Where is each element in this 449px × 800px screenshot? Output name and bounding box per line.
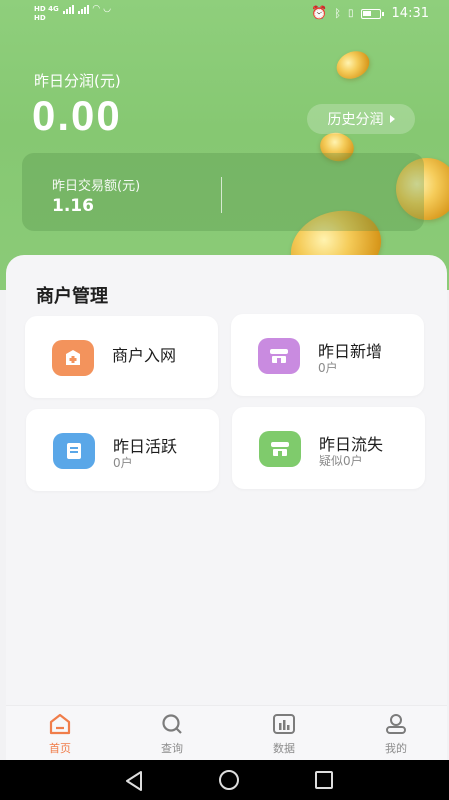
coin-decoration <box>332 46 374 84</box>
section-title: 商户管理 <box>36 286 108 307</box>
tile-lost-yesterday[interactable]: 昨日流失 疑似0户 <box>232 407 425 489</box>
nav-item-profile[interactable]: 我的 <box>366 712 426 756</box>
tile-title: 商户入网 <box>112 346 177 365</box>
bottom-nav: 首页 查询 数据 我的 <box>6 705 447 760</box>
nav-item-home[interactable]: 首页 <box>30 712 90 756</box>
tile-active-yesterday[interactable]: 昨日活跃 0户 <box>26 409 219 491</box>
tile-merchant-onboard[interactable]: 商户入网 <box>25 316 218 398</box>
bar-chart-icon <box>271 712 297 736</box>
search-icon <box>159 712 185 736</box>
trade-amount-card: 昨日交易额(元) 1.16 <box>22 153 424 231</box>
chevron-right-icon <box>389 115 395 123</box>
home-icon <box>47 712 73 736</box>
bluetooth-icon: ᛒ <box>334 7 342 20</box>
tile-subtitle: 0户 <box>318 361 338 375</box>
nav-item-search[interactable]: 查询 <box>142 712 202 756</box>
trade-value: 1.16 <box>52 196 94 216</box>
history-profit-button[interactable]: 历史分润 <box>307 104 415 134</box>
trade-label: 昨日交易额(元) <box>52 179 141 194</box>
store-icon <box>259 431 301 467</box>
profit-value: 0.00 <box>32 92 122 139</box>
battery-icon <box>360 8 384 19</box>
headset-icon: ◡ <box>103 4 111 14</box>
clock: 14:31 <box>391 6 429 21</box>
wifi-icon: ◠ <box>92 4 100 14</box>
status-bar: HD 4G ◠ ◡ HD ⏰ ᛒ ▯ 14:31 <box>0 0 449 28</box>
recent-apps-icon[interactable] <box>315 771 333 789</box>
nav-label: 我的 <box>385 742 407 755</box>
tile-subtitle: 疑似0户 <box>319 454 363 468</box>
list-doc-icon <box>53 433 95 469</box>
divider <box>221 177 222 213</box>
network-label: HD <box>34 14 46 22</box>
network-label: HD 4G <box>34 5 59 13</box>
nav-item-data[interactable]: 数据 <box>254 712 314 756</box>
nav-label: 数据 <box>273 742 295 755</box>
nav-label: 查询 <box>161 742 183 755</box>
history-profit-label: 历史分润 <box>327 112 384 128</box>
alarm-icon: ⏰ <box>311 6 328 21</box>
signal-icon <box>77 5 89 14</box>
home-system-icon[interactable] <box>219 770 239 790</box>
vibrate-icon: ▯ <box>348 8 354 19</box>
nav-label: 首页 <box>49 742 71 755</box>
tile-subtitle: 0户 <box>113 456 133 470</box>
add-shop-icon <box>52 340 94 376</box>
network-indicators: HD 4G ◠ ◡ HD <box>34 5 111 23</box>
signal-icon <box>62 5 74 14</box>
status-right: ⏰ ᛒ ▯ 14:31 <box>311 6 429 21</box>
back-icon[interactable] <box>124 770 144 792</box>
system-nav-bar <box>0 760 449 800</box>
store-icon <box>258 338 300 374</box>
user-icon <box>383 712 409 736</box>
tile-new-yesterday[interactable]: 昨日新增 0户 <box>231 314 424 396</box>
profit-label: 昨日分润(元) <box>34 72 121 90</box>
header-banner: HD 4G ◠ ◡ HD ⏰ ᛒ ▯ 14:31 昨日分润(元) 0.00 历史… <box>0 0 449 290</box>
